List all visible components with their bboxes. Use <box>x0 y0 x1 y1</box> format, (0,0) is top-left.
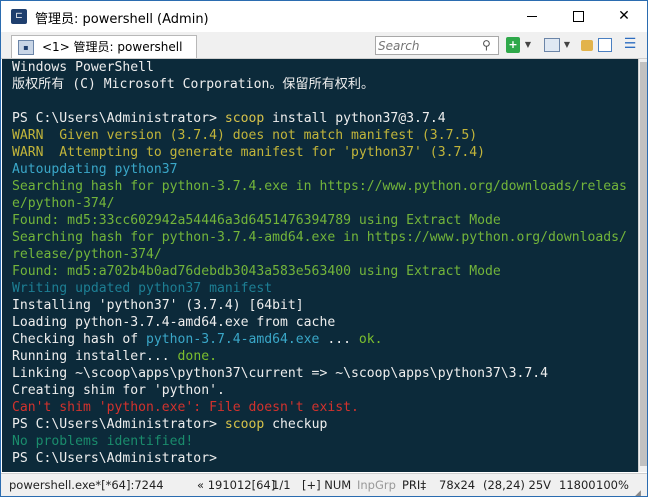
console-segment: Creating shim for 'python'. <box>12 383 225 398</box>
console-segment: checkup <box>264 417 328 432</box>
console-segment: WARN Given version (3.7.4) does not matc… <box>12 128 478 143</box>
console-line: Found: md5:33cc602942a54446a3d6451476394… <box>12 212 627 229</box>
console-segment: Loading python-3.7.4-amd64.exe from cach… <box>12 315 336 330</box>
console-line: Checking hash of python-3.7.4-amd64.exe … <box>12 331 627 348</box>
console-segment: python-3.7.4-amd64.exe <box>146 332 320 347</box>
scrollbar-thumb[interactable] <box>640 62 647 466</box>
console-icon: ▪ <box>18 40 34 55</box>
console-line: WARN Given version (3.7.4) does not matc… <box>12 127 627 144</box>
console-line: Creating shim for 'python'. <box>12 382 627 399</box>
console-segment: Running installer... <box>12 349 178 364</box>
status-priority[interactable]: PRI‡ <box>402 474 426 496</box>
console-segment: ok. <box>358 332 383 347</box>
console-segment: Checking hash of <box>12 332 147 347</box>
conemu-window: ⊏ 管理员: powershell (Admin) ✕ ▪ <1> 管理员: p… <box>0 0 648 497</box>
console-line: Found: md5:a702b4b0ad76debdb3043a583e563… <box>12 263 627 280</box>
status-inpgrp[interactable]: InpGrp <box>357 474 396 496</box>
minimize-icon <box>527 15 537 17</box>
status-pid[interactable]: 11800 <box>559 474 596 496</box>
minimize-button[interactable] <box>509 1 555 32</box>
console-segment: No problems identified! <box>12 434 194 449</box>
tab-label: <1> 管理员: powershell <box>42 40 183 54</box>
console-line: WARN Attempting to generate manifest for… <box>12 144 627 161</box>
console-line: 版权所有 (C) Microsoft Corporation。保留所有权利。 <box>12 76 627 93</box>
console-line: Searching hash for python-3.7.4.exe in h… <box>12 178 627 195</box>
console-segment: Can't shim 'python.exe': File doesn't ex… <box>12 400 359 415</box>
hamburger-menu-icon[interactable]: ☰ <box>623 37 637 53</box>
console-segment: done. <box>177 349 217 364</box>
console-line: PS C:\Users\Administrator> scoop install… <box>12 110 627 127</box>
console-segment: release/python-374/ <box>12 247 162 262</box>
console-segment: PS C:\Users\Administrator> <box>12 451 217 466</box>
console-line: e/python-374/ <box>12 195 627 212</box>
console-segment: Found: md5:33cc602942a54446a3d6451476394… <box>12 213 501 228</box>
console-segment: PS C:\Users\Administrator> <box>12 111 225 126</box>
new-console-button[interactable]: + <box>506 37 520 53</box>
tab-powershell[interactable]: ▪ <1> 管理员: powershell <box>11 35 197 58</box>
console-segment: Found: md5:a702b4b0ad76debdb3043a583e563… <box>12 264 501 279</box>
status-console-size[interactable]: 78x24 <box>439 474 475 496</box>
console-line: Writing updated python37 manifest <box>12 280 627 297</box>
console-segment: e/python-374/ <box>12 196 115 211</box>
tab-bar: ▪ <1> 管理员: powershell ⚲ + ▼ ▼ ☰ <box>1 32 647 59</box>
console-text: Windows PowerShell 版权所有 (C) Microsoft Cor… <box>12 59 627 467</box>
console-line: Autoupdating python37 <box>12 161 627 178</box>
status-page[interactable]: 1/1 <box>272 474 291 496</box>
console-line: PS C:\Users\Administrator> scoop checkup <box>12 416 627 433</box>
window-title: 管理员: powershell (Admin) <box>35 12 209 27</box>
app-icon: ⊏ <box>11 9 27 24</box>
console-line: Searching hash for python-3.7.4-amd64.ex… <box>12 229 627 246</box>
console-segment: Installing 'python37' (3.7.4) [64bit] <box>12 298 304 313</box>
maximize-icon <box>572 10 584 22</box>
chevron-down-icon[interactable]: ▼ <box>562 37 572 53</box>
console-line: Running installer... done. <box>12 348 627 365</box>
console-segment: Searching hash for python-3.7.4.exe in h… <box>12 179 627 194</box>
status-bar: powershell.exe*[*64]:7244 « 191012[64] 1… <box>1 473 647 496</box>
console-line: No problems identified! <box>12 433 627 450</box>
console-segment: 版权所有 (C) Microsoft Corporation。保留所有权利。 <box>12 77 375 92</box>
close-icon: ✕ <box>618 8 630 24</box>
console-segment: scoop <box>224 417 265 432</box>
console-line: Can't shim 'python.exe': File doesn't ex… <box>12 399 627 416</box>
console-segment: Linking ~\scoop\apps\python37\current =>… <box>12 366 549 381</box>
chevron-down-icon[interactable]: ▼ <box>523 37 533 53</box>
search-icon[interactable]: ⚲ <box>482 38 491 52</box>
console-line: Installing 'python37' (3.7.4) [64bit] <box>12 297 627 314</box>
view-icon[interactable] <box>544 38 560 52</box>
console-line: release/python-374/ <box>12 246 627 263</box>
console-segment: Autoupdating python37 <box>12 162 178 177</box>
console-output[interactable]: Windows PowerShell 版权所有 (C) Microsoft Cor… <box>2 59 638 472</box>
console-segment: Windows PowerShell <box>12 60 154 75</box>
lock-icon[interactable] <box>581 40 593 51</box>
search-box[interactable]: ⚲ <box>375 36 499 55</box>
console-segment: scoop <box>224 111 265 126</box>
status-numlock[interactable]: [+] NUM <box>302 474 351 496</box>
console-line: Loading python-3.7.4-amd64.exe from cach… <box>12 314 627 331</box>
status-process[interactable]: powershell.exe*[*64]:7244 <box>9 474 164 496</box>
close-button[interactable]: ✕ <box>601 1 647 32</box>
console-segment: Writing updated python37 manifest <box>12 281 273 296</box>
console-segment: PS C:\Users\Administrator> <box>12 417 225 432</box>
maximize-button[interactable] <box>555 1 601 32</box>
resize-grip-icon[interactable]: ◢ <box>634 483 641 496</box>
console-line: Windows PowerShell <box>12 59 627 76</box>
panel-icon[interactable] <box>598 38 612 52</box>
console-line: PS C:\Users\Administrator> <box>12 450 627 467</box>
status-zoom[interactable]: 100% <box>596 474 629 496</box>
console-line: Linking ~\scoop\apps\python37\current =>… <box>12 365 627 382</box>
console-segment: install python37@3.7.4 <box>264 111 446 126</box>
console-segment: Searching hash for python-3.7.4-amd64.ex… <box>12 230 627 245</box>
scrollbar[interactable] <box>638 59 647 472</box>
status-build[interactable]: « 191012[64] <box>197 474 275 496</box>
search-input[interactable] <box>378 37 478 54</box>
console-segment: ... <box>319 332 359 347</box>
title-bar[interactable]: ⊏ 管理员: powershell (Admin) ✕ <box>1 1 647 32</box>
status-cursor[interactable]: (28,24) 25V <box>483 474 551 496</box>
console-segment: WARN Attempting to generate manifest for… <box>12 145 485 160</box>
